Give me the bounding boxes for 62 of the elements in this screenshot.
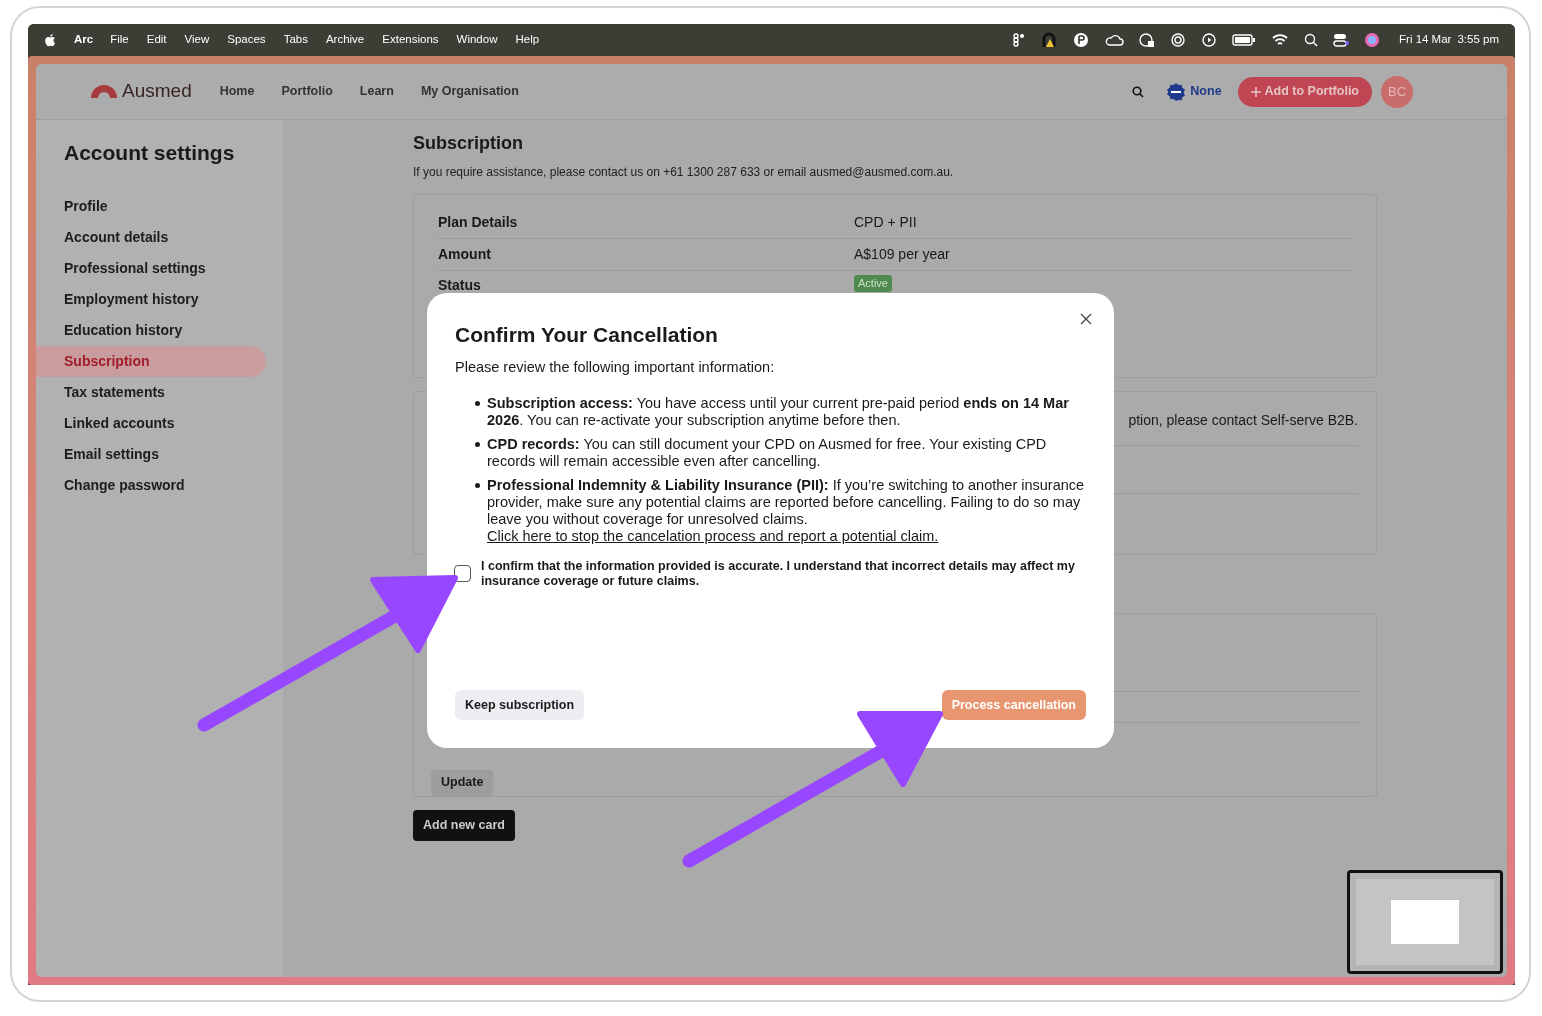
figma-icon xyxy=(1011,33,1026,47)
search-icon xyxy=(1132,85,1145,98)
badge-icon xyxy=(1073,32,1090,48)
bullet-text: Subscription access: You have access until your current pre-paid period ends on 14 Mar 2026. You can re-activate your subscription anytime before then. xyxy=(487,395,1069,429)
plus-icon xyxy=(1250,86,1261,97)
bullet-text: CPD records: You can still document your CPD on Ausmed for free. Your existing CPD records will remain accessible even after cancelling. xyxy=(487,436,1047,470)
cloud-icon xyxy=(1104,33,1125,47)
menu-item[interactable]: Help xyxy=(515,31,540,49)
row-label: Plan Details xyxy=(438,213,519,232)
sidebar-item[interactable]: Professional settings xyxy=(36,252,266,284)
info-text: ption, please contact Self-serve B2B. xyxy=(1128,411,1358,430)
battery-icon xyxy=(1232,34,1257,46)
app-menu[interactable]: Arc xyxy=(74,31,94,49)
nav-link[interactable]: My Organisation xyxy=(420,82,519,101)
cpd-status: None xyxy=(1190,83,1222,101)
nav-link[interactable]: Learn xyxy=(359,82,394,101)
dialog-intro: Please review the following important information: xyxy=(455,357,776,377)
dialog-title: Confirm Your Cancellation xyxy=(455,322,719,348)
sidebar-item[interactable]: Profile xyxy=(36,190,266,222)
sidebar-item[interactable]: Tax statements xyxy=(36,376,266,408)
row-label: Amount xyxy=(438,245,492,264)
row-label: Status xyxy=(438,276,482,295)
row-value: CPD + PII xyxy=(854,213,917,232)
menu-bar-date: Fri 14 Mar xyxy=(1399,32,1452,48)
menu-item[interactable]: Window xyxy=(456,31,498,49)
checkbox-label: I confirm that the information provided is accurate. I understand that incorrect details may affect my insurance coverage or future claims. xyxy=(481,559,1076,590)
apple-icon xyxy=(44,33,56,47)
menu-item[interactable]: Spaces xyxy=(227,31,266,49)
menu-item[interactable]: File xyxy=(110,31,129,49)
logo-text: Ausmed xyxy=(122,79,192,104)
sidebar-item[interactable]: Linked accounts xyxy=(36,407,266,439)
bullet-text: Professional Indemnity & Liability Insurance (PII): If you’re switching to another insurance provider, make sure any potential claims are reported before cancelling. Failing to do so may leave you without coverage for unresolved claims. xyxy=(487,477,1085,528)
add-card-button[interactable]: Add new card xyxy=(413,810,515,841)
sidebar-item[interactable]: Employment history xyxy=(36,283,266,315)
nav-link[interactable]: Portfolio xyxy=(281,82,333,101)
sidebar-item[interactable]: Change password xyxy=(36,469,266,501)
nav-link[interactable]: Home xyxy=(219,82,255,101)
update-button[interactable]: Update xyxy=(431,769,494,796)
page-title: Subscription xyxy=(413,132,524,155)
link[interactable]: Click here to stop the cancelation process and report a potential claim. xyxy=(487,528,939,546)
warning-icon xyxy=(1040,32,1059,48)
menu-item[interactable]: Extensions xyxy=(382,31,439,49)
sidebar-item[interactable]: Email settings xyxy=(36,438,266,470)
search-icon xyxy=(1304,33,1319,47)
menu-item[interactable]: Edit xyxy=(146,31,167,49)
keep-subscription-button[interactable]: Keep subscription xyxy=(455,690,585,720)
status-badge: Active xyxy=(854,275,892,292)
menu-item[interactable]: Tabs xyxy=(283,31,308,49)
sidebar-item[interactable]: Account details xyxy=(36,221,266,253)
wifi-icon xyxy=(1271,33,1290,47)
sidebar-title: Account settings xyxy=(63,140,236,166)
menu-item[interactable]: Archive xyxy=(325,31,365,49)
logo-icon xyxy=(90,82,118,98)
play-icon xyxy=(1201,32,1218,48)
contact-text: If you require assistance, please contact us on +61 1300 287 633 or email ausmed@ausmed.com.au. xyxy=(413,164,955,181)
close-icon[interactable] xyxy=(1080,313,1092,325)
cpd-badge-icon xyxy=(1166,81,1187,102)
sidebar-item[interactable]: Education history xyxy=(36,314,266,346)
toggle-icon xyxy=(1333,33,1350,47)
menu-item[interactable]: View xyxy=(184,31,210,49)
menu-bar-time: 3:55 pm xyxy=(1457,32,1499,48)
row-value: A$109 per year xyxy=(854,245,950,264)
